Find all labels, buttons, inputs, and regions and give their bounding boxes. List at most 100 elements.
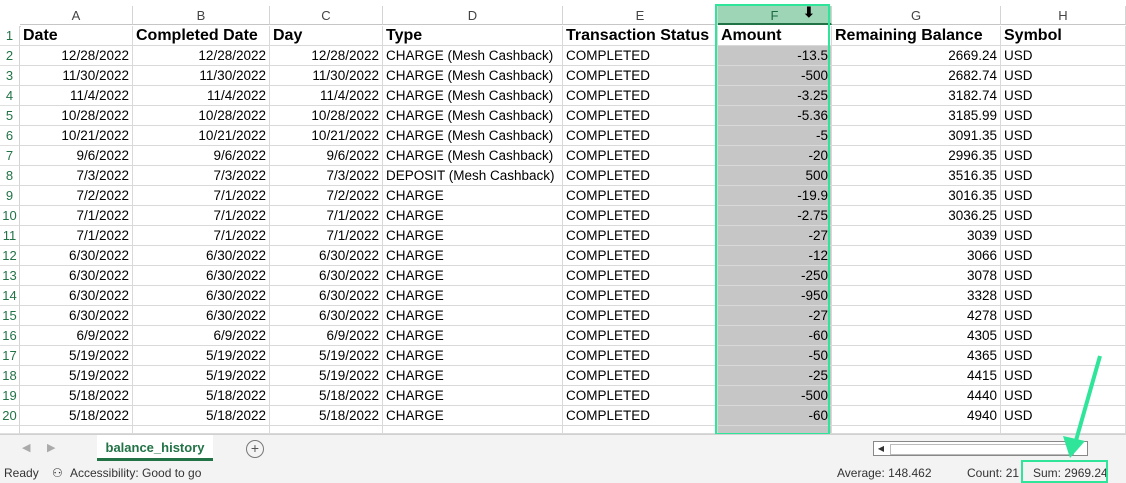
header-cell[interactable]: Remaining Balance xyxy=(832,26,1001,46)
table-cell[interactable]: COMPLETED xyxy=(563,366,718,386)
table-cell[interactable] xyxy=(133,426,270,434)
table-cell[interactable]: 6/30/2022 xyxy=(133,306,270,326)
table-cell[interactable]: USD xyxy=(1001,366,1126,386)
table-cell[interactable]: COMPLETED xyxy=(563,66,718,86)
row-header-11[interactable]: 11 xyxy=(0,226,20,246)
table-cell[interactable]: COMPLETED xyxy=(563,126,718,146)
table-cell[interactable]: 5/18/2022 xyxy=(133,406,270,426)
row-header-1[interactable]: 1 xyxy=(0,26,20,46)
table-cell[interactable]: 11/4/2022 xyxy=(133,86,270,106)
table-cell[interactable]: 10/21/2022 xyxy=(133,126,270,146)
table-cell[interactable]: USD xyxy=(1001,346,1126,366)
table-cell[interactable]: 5/19/2022 xyxy=(133,346,270,366)
sheet-tab-balance-history[interactable]: balance_history xyxy=(97,435,213,461)
table-cell[interactable]: CHARGE xyxy=(383,386,563,406)
row-header-3[interactable]: 3 xyxy=(0,66,20,86)
table-cell[interactable] xyxy=(1001,426,1126,434)
table-cell[interactable]: 7/1/2022 xyxy=(270,226,383,246)
table-cell[interactable]: 10/21/2022 xyxy=(20,126,133,146)
next-sheet-arrow-icon[interactable]: ▶ xyxy=(47,441,55,454)
header-cell[interactable]: Day xyxy=(270,26,383,46)
table-cell[interactable]: 5/19/2022 xyxy=(133,366,270,386)
table-cell[interactable]: -500 xyxy=(718,66,832,86)
table-cell[interactable]: CHARGE xyxy=(383,226,563,246)
table-cell[interactable]: 7/3/2022 xyxy=(133,166,270,186)
table-cell[interactable]: -60 xyxy=(718,406,832,426)
table-cell[interactable]: CHARGE xyxy=(383,246,563,266)
row-header-17[interactable]: 17 xyxy=(0,346,20,366)
table-cell[interactable]: USD xyxy=(1001,106,1126,126)
table-cell[interactable]: 6/30/2022 xyxy=(133,286,270,306)
table-cell[interactable]: USD xyxy=(1001,246,1126,266)
table-cell[interactable]: USD xyxy=(1001,166,1126,186)
row-header-10[interactable]: 10 xyxy=(0,206,20,226)
table-cell[interactable]: 7/3/2022 xyxy=(20,166,133,186)
table-cell[interactable]: 6/30/2022 xyxy=(270,306,383,326)
average-value[interactable]: Average: 148.462 xyxy=(837,466,932,480)
column-header-b[interactable]: B xyxy=(133,6,270,25)
table-cell[interactable]: CHARGE xyxy=(383,326,563,346)
table-cell[interactable]: CHARGE xyxy=(383,286,563,306)
table-cell[interactable]: CHARGE (Mesh Cashback) xyxy=(383,86,563,106)
table-cell[interactable]: 3078 xyxy=(832,266,1001,286)
table-cell[interactable]: 6/9/2022 xyxy=(270,326,383,346)
table-cell[interactable]: -5 xyxy=(718,126,832,146)
table-cell[interactable]: 6/30/2022 xyxy=(20,246,133,266)
table-cell[interactable]: 7/2/2022 xyxy=(270,186,383,206)
table-cell[interactable]: 6/30/2022 xyxy=(133,266,270,286)
table-cell[interactable]: 3328 xyxy=(832,286,1001,306)
table-cell[interactable]: 3516.35 xyxy=(832,166,1001,186)
table-cell[interactable]: 7/3/2022 xyxy=(270,166,383,186)
table-cell[interactable]: -2.75 xyxy=(718,206,832,226)
table-cell[interactable]: -950 xyxy=(718,286,832,306)
header-cell[interactable]: Symbol xyxy=(1001,26,1126,46)
row-header-21[interactable] xyxy=(0,426,20,434)
table-cell[interactable]: 5/19/2022 xyxy=(20,346,133,366)
table-cell[interactable]: 5/18/2022 xyxy=(133,386,270,406)
table-cell[interactable]: 2682.74 xyxy=(832,66,1001,86)
table-cell[interactable]: USD xyxy=(1001,386,1126,406)
table-cell[interactable]: 11/4/2022 xyxy=(270,86,383,106)
table-cell[interactable]: -12 xyxy=(718,246,832,266)
table-cell[interactable]: 500 xyxy=(718,166,832,186)
header-cell[interactable]: Transaction Status xyxy=(563,26,718,46)
table-cell[interactable]: 3036.25 xyxy=(832,206,1001,226)
table-cell[interactable]: USD xyxy=(1001,146,1126,166)
horizontal-scrollbar[interactable]: ◀ xyxy=(873,441,1088,456)
table-cell[interactable]: -250 xyxy=(718,266,832,286)
column-header-c[interactable]: C xyxy=(270,6,383,25)
table-cell[interactable] xyxy=(383,426,563,434)
row-header-16[interactable]: 16 xyxy=(0,326,20,346)
table-cell[interactable]: 12/28/2022 xyxy=(133,46,270,66)
table-cell[interactable]: 6/9/2022 xyxy=(20,326,133,346)
row-header-14[interactable]: 14 xyxy=(0,286,20,306)
row-header-2[interactable]: 2 xyxy=(0,46,20,66)
table-cell[interactable]: 4365 xyxy=(832,346,1001,366)
table-cell[interactable]: -27 xyxy=(718,226,832,246)
row-header-9[interactable]: 9 xyxy=(0,186,20,206)
table-cell[interactable]: 10/28/2022 xyxy=(133,106,270,126)
scrollbar-thumb[interactable] xyxy=(890,444,1074,455)
table-cell[interactable]: 6/30/2022 xyxy=(20,286,133,306)
table-cell[interactable]: 5/18/2022 xyxy=(270,386,383,406)
header-cell[interactable]: Amount xyxy=(718,26,832,46)
count-value[interactable]: Count: 21 xyxy=(967,466,1019,480)
table-cell[interactable]: USD xyxy=(1001,66,1126,86)
table-cell[interactable]: 5/19/2022 xyxy=(20,366,133,386)
table-cell[interactable]: USD xyxy=(1001,86,1126,106)
table-cell[interactable]: 6/30/2022 xyxy=(20,306,133,326)
table-cell[interactable]: USD xyxy=(1001,46,1126,66)
column-header-a[interactable]: A xyxy=(20,6,133,25)
table-cell[interactable]: 3016.35 xyxy=(832,186,1001,206)
table-cell[interactable] xyxy=(718,426,832,434)
table-cell[interactable] xyxy=(832,426,1001,434)
column-header-h[interactable]: H xyxy=(1001,6,1126,25)
row-header-12[interactable]: 12 xyxy=(0,246,20,266)
row-header-6[interactable]: 6 xyxy=(0,126,20,146)
table-cell[interactable]: USD xyxy=(1001,186,1126,206)
table-cell[interactable]: 7/1/2022 xyxy=(133,206,270,226)
table-cell[interactable]: 4940 xyxy=(832,406,1001,426)
header-cell[interactable]: Type xyxy=(383,26,563,46)
row-header-18[interactable]: 18 xyxy=(0,366,20,386)
table-cell[interactable]: USD xyxy=(1001,326,1126,346)
